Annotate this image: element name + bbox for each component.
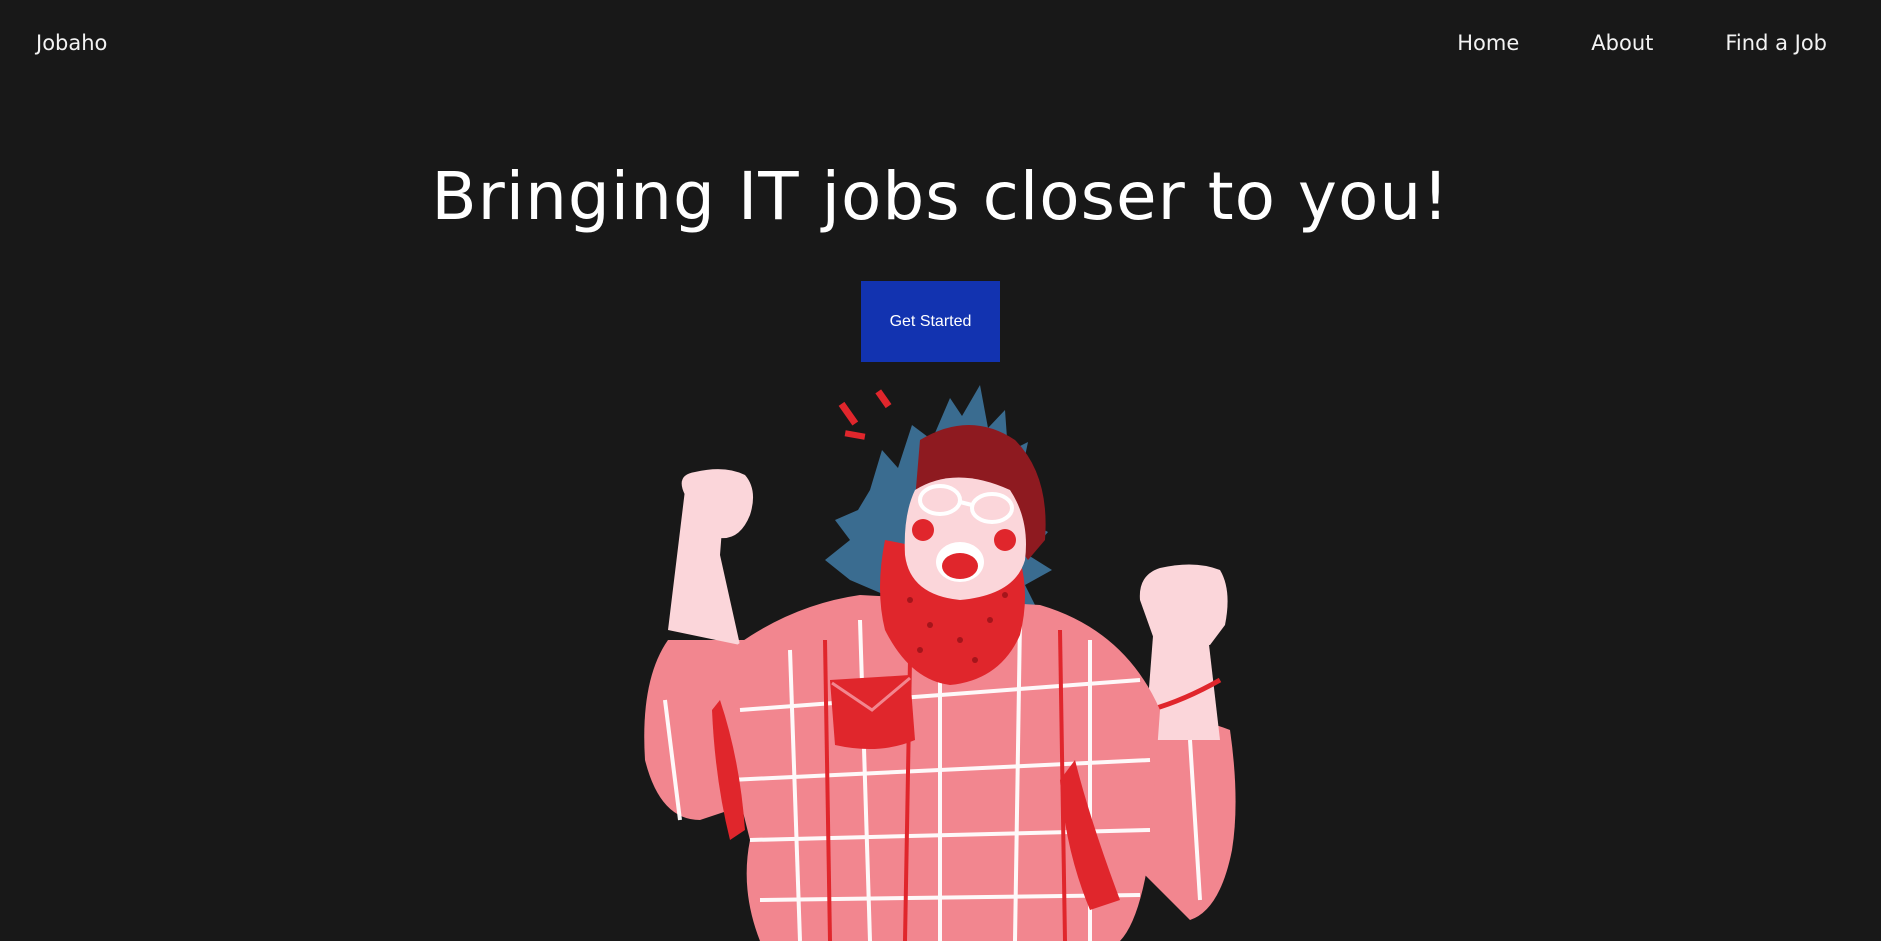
get-started-button[interactable]: Get Started bbox=[861, 281, 1000, 362]
right-fist bbox=[1139, 564, 1228, 645]
left-fist bbox=[681, 469, 754, 539]
left-cheek bbox=[912, 519, 934, 541]
nav-link-home[interactable]: Home bbox=[1457, 31, 1519, 55]
excitement-marks bbox=[838, 389, 892, 440]
top-navigation-bar: Jobaho Home About Find a Job bbox=[0, 0, 1881, 90]
right-cheek bbox=[994, 529, 1016, 551]
nav-link-about[interactable]: About bbox=[1591, 31, 1653, 55]
brand-logo-link[interactable]: Jobaho bbox=[36, 31, 107, 55]
nav-link-find-a-job[interactable]: Find a Job bbox=[1725, 31, 1827, 55]
hero-title: Bringing IT jobs closer to you! bbox=[431, 158, 1450, 235]
mouth-inner bbox=[942, 553, 978, 579]
main-nav: Home About Find a Job bbox=[1457, 31, 1827, 55]
landing-page: Jobaho Home About Find a Job Bringing IT… bbox=[0, 0, 1881, 941]
celebrating-person-illustration bbox=[644, 385, 1236, 941]
